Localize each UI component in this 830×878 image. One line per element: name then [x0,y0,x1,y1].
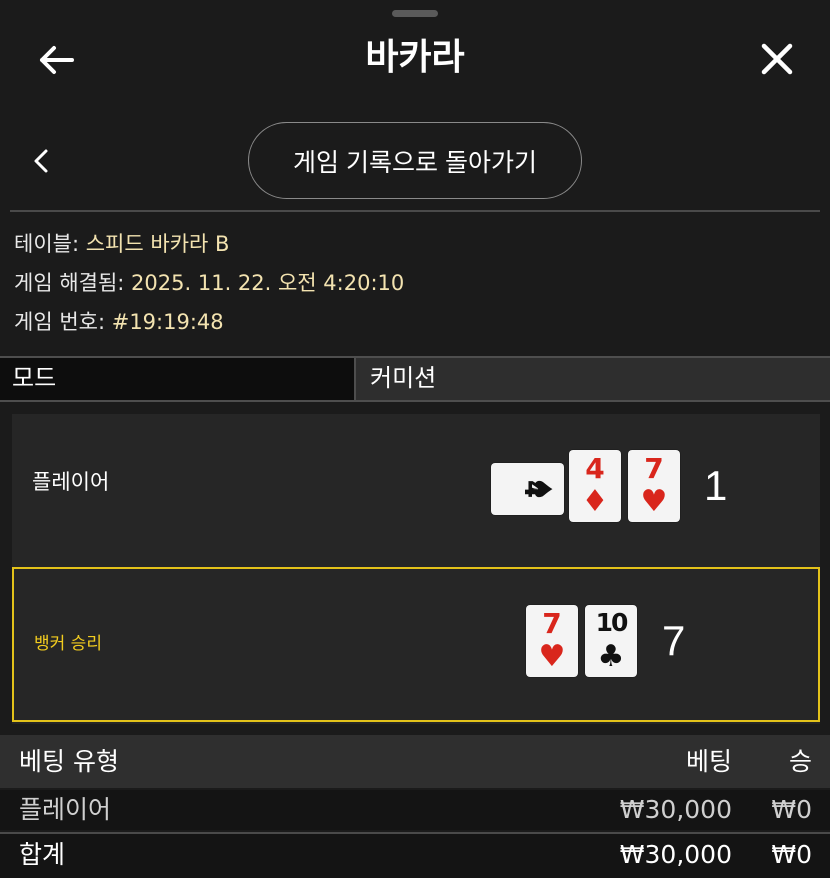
divider [10,210,820,212]
bet-type-cell: 플레이어 [19,795,112,824]
total-win-amount: ₩0 [771,840,812,869]
chevron-left-icon[interactable] [26,146,56,176]
info-table-row: 테이블: 스피드 바카라 B [14,228,814,267]
banker-score: 7 [662,617,686,664]
game-info: 테이블: 스피드 바카라 B 게임 해결됨: 2025. 11. 22. 오전 … [14,228,814,345]
bet-amount-cell: ₩30,000 [619,795,732,824]
close-icon[interactable] [756,38,798,80]
player-hand-row: 플레이어 4 ♠ 4 ♦ 7 ♥ 1 [12,414,820,566]
table-label: 테이블: [14,232,80,256]
win-amount-cell: ₩0 [771,795,812,824]
win-header: 승 [788,747,812,776]
banker-card-2: 10 ♣ [585,605,637,677]
player-card-3: 7 ♥ [628,450,680,522]
game-number-label: 게임 번호: [14,310,106,334]
game-number-value: #19:19:48 [111,310,224,334]
page-title: 바카라 [365,37,465,78]
tab-commission[interactable]: 커미션 [356,358,830,400]
banker-win-label: 뱅커 승리 [34,634,102,654]
banker-card-2-rank: 10 [595,608,629,637]
banker-card-2-suit: ♣ [597,639,625,674]
banker-hand-row: 뱅커 승리 7 ♥ 10 ♣ 7 [12,567,820,722]
player-card-2-suit: ♦ [581,484,609,519]
banker-card-1: 7 ♥ [526,605,578,677]
info-resolved-row: 게임 해결됨: 2025. 11. 22. 오전 4:20:10 [14,267,814,306]
player-card-2-rank: 4 [585,452,605,485]
tab-mode[interactable]: 모드 [0,358,356,400]
bet-amount-header: 베팅 [685,747,732,776]
total-label: 합계 [19,840,66,869]
header: 바카라 [0,0,830,110]
resolved-value: 2025. 11. 22. 오전 4:20:10 [131,271,405,295]
table-value: 스피드 바카라 B [85,232,230,256]
player-card-3-rank: 7 [644,452,664,485]
back-to-history-button[interactable]: 게임 기록으로 돌아가기 [248,122,582,199]
tab-bar: 모드 커미션 [0,356,830,402]
table-row: 플레이어 ₩30,000 ₩0 [0,790,830,830]
banker-card-1-rank: 7 [542,607,562,640]
total-bet-amount: ₩30,000 [619,840,732,869]
player-card-3-suit: ♥ [640,484,668,519]
subnav: 게임 기록으로 돌아가기 [0,110,830,210]
bets-total-row: 합계 ₩30,000 ₩0 [0,832,830,878]
player-card-1: 4 ♠ [491,463,564,515]
banker-card-1-suit: ♥ [538,639,566,674]
resolved-label: 게임 해결됨: [14,271,125,295]
info-game-number-row: 게임 번호: #19:19:48 [14,306,814,345]
player-card-2: 4 ♦ [569,450,621,522]
player-card-1-suit: ♠ [525,476,558,501]
player-label: 플레이어 [32,470,110,494]
bet-type-header: 베팅 유형 [19,747,119,776]
player-score: 1 [704,462,728,509]
bets-table-header: 베팅 유형 베팅 승 [0,735,830,788]
game-result-panel: 플레이어 4 ♠ 4 ♦ 7 ♥ 1 뱅커 승리 7 ♥ 10 ♣ 7 [12,414,820,724]
